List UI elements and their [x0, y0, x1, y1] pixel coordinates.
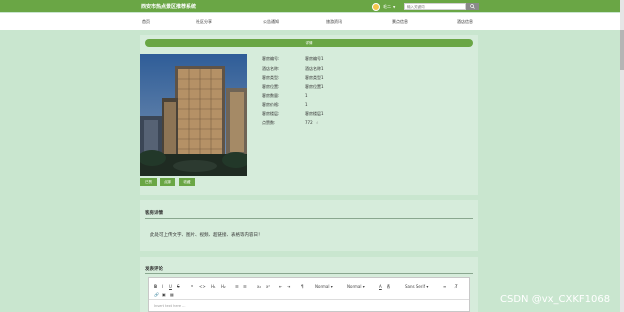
align-button[interactable]: ≡: [443, 284, 446, 289]
ordered-list-button[interactable]: ☰: [235, 284, 239, 289]
font-family-select[interactable]: Sans Serif ▾: [405, 284, 428, 289]
field-label: 酒店名称:: [262, 66, 280, 71]
bold-button[interactable]: B: [154, 284, 157, 289]
field-value: 客房位置1: [305, 84, 324, 89]
text-direction-button[interactable]: ¶: [301, 284, 304, 289]
video-icon[interactable]: ▦: [170, 292, 174, 297]
top-bar: [0, 0, 624, 12]
nav-item-travel-news[interactable]: 旅游资讯: [326, 19, 342, 25]
field-label: 点赞数:: [262, 120, 276, 125]
room-description-text: 此处可上传文字、图片、视频、超链接、表格等内容日！: [150, 233, 263, 238]
field-room-type: 客房类型: 客房类型1: [262, 75, 324, 81]
italic-button[interactable]: I: [162, 284, 163, 289]
room-description-card: 客房详情 此处可上传文字、图片、视频、超链接、表格等内容日！: [140, 200, 478, 251]
field-value: 1: [305, 93, 308, 98]
field-label: 客房类型:: [262, 75, 280, 80]
bullet-list-button[interactable]: ☰: [243, 284, 247, 289]
field-room-floor: 客房楼层: 客房楼层1: [262, 111, 324, 117]
header-2-button[interactable]: H₂: [221, 284, 226, 289]
background-color-button[interactable]: A: [387, 284, 390, 289]
nav-item-attractions[interactable]: 景点信息: [392, 19, 408, 25]
nav-item-hotels[interactable]: 酒店信息: [457, 19, 473, 25]
field-label: 客房编号:: [262, 56, 280, 61]
chevron-down-icon[interactable]: ▼: [393, 5, 395, 9]
comment-card: 发表评论 B I U S ❝ <> H₁ H₂ ☰ ☰ x₂ x² ⇤ ⇥ ¶ …: [140, 257, 478, 312]
username[interactable]: 毛二: [383, 4, 391, 10]
field-value: 客房类型1: [305, 75, 324, 80]
rich-text-editor[interactable]: B I U S ❝ <> H₁ H₂ ☰ ☰ x₂ x² ⇤ ⇥ ¶ Norma…: [148, 277, 470, 312]
field-value: 酒店名称1: [305, 66, 324, 71]
main-nav: 首页 社区分享 公告通知 旅游资讯 景点信息 酒店信息: [0, 13, 624, 30]
strike-button[interactable]: S: [177, 284, 180, 289]
field-room-location: 客房位置: 客房位置1: [262, 84, 324, 90]
font-size-select[interactable]: Normal ▾: [315, 284, 333, 289]
thumbs-up-icon[interactable]: ☝: [316, 120, 318, 125]
font-family-value: Sans Serif: [405, 284, 426, 289]
header-value: Normal: [347, 284, 362, 289]
section-title: 发表评论: [145, 267, 163, 272]
field-label: 客房数量:: [262, 93, 280, 98]
header-1-button[interactable]: H₁: [211, 284, 216, 289]
blockquote-button[interactable]: ❝: [191, 284, 193, 289]
field-value: 客房楼层1: [305, 111, 324, 116]
chevron-down-icon: ▾: [330, 284, 333, 289]
nav-item-community[interactable]: 社区分享: [196, 19, 212, 25]
field-room-price: 客房价格: 1: [262, 102, 308, 108]
font-size-value: Normal: [315, 284, 330, 289]
section-divider: [145, 218, 473, 219]
field-label: 客房楼层:: [262, 111, 280, 116]
nav-item-home[interactable]: 首页: [142, 19, 150, 25]
superscript-button[interactable]: x²: [266, 284, 270, 289]
chevron-down-icon: ▾: [426, 284, 429, 289]
subscript-button[interactable]: x₂: [257, 284, 261, 289]
indent-button[interactable]: ⇥: [287, 284, 290, 289]
favorite-button[interactable]: 收藏: [179, 178, 195, 186]
section-divider: [145, 273, 473, 274]
search-input[interactable]: [404, 3, 466, 10]
field-hotel-name: 酒店名称: 酒店名称1: [262, 66, 324, 72]
toolbar-divider: [149, 299, 469, 300]
nav-item-announcements[interactable]: 公告通知: [263, 19, 279, 25]
field-value: 772: [305, 120, 313, 125]
field-value: 1: [305, 102, 308, 107]
field-label: 客房价格:: [262, 102, 280, 107]
avatar[interactable]: [372, 2, 380, 11]
field-value: 客房编号1: [305, 56, 324, 61]
dislike-button[interactable]: 点踩: [160, 178, 175, 186]
hotel-photo: [140, 54, 247, 176]
site-title[interactable]: 西安市热点景区推荐系统: [141, 3, 196, 10]
outdent-button[interactable]: ⇤: [279, 284, 282, 289]
chevron-down-icon: ▾: [362, 284, 365, 289]
section-title: 客房详情: [145, 211, 163, 216]
link-icon[interactable]: 🔗: [154, 292, 159, 297]
liked-button[interactable]: 已赞: [140, 178, 157, 186]
text-color-button[interactable]: A: [379, 284, 382, 289]
field-like-count: 点赞数: 772 ☝: [262, 120, 318, 126]
editor-placeholder[interactable]: Insert text here ...: [154, 304, 186, 308]
search-button[interactable]: [466, 3, 479, 10]
underline-button[interactable]: U: [169, 284, 172, 289]
field-room-number: 客房编号: 客房编号1: [262, 56, 324, 62]
room-detail-card: 详情 已赞 点踩 收藏 客房编号: 客房编号1 酒店名称: 酒店名称1 客房类型…: [140, 35, 478, 195]
header-select[interactable]: Normal ▾: [347, 284, 365, 289]
clean-format-button[interactable]: T̸: [455, 284, 457, 289]
code-block-button[interactable]: <>: [199, 284, 206, 289]
watermark: CSDN @vx_CXKF1068: [500, 294, 611, 305]
detail-header: 详情: [145, 39, 473, 47]
user-menu[interactable]: 毛二 ▼: [372, 2, 395, 11]
scrollbar-thumb[interactable]: [620, 30, 624, 70]
field-room-quantity: 客房数量: 1: [262, 93, 308, 99]
field-label: 客房位置:: [262, 84, 280, 89]
image-icon[interactable]: ▣: [162, 292, 166, 297]
search-icon: [470, 4, 475, 9]
